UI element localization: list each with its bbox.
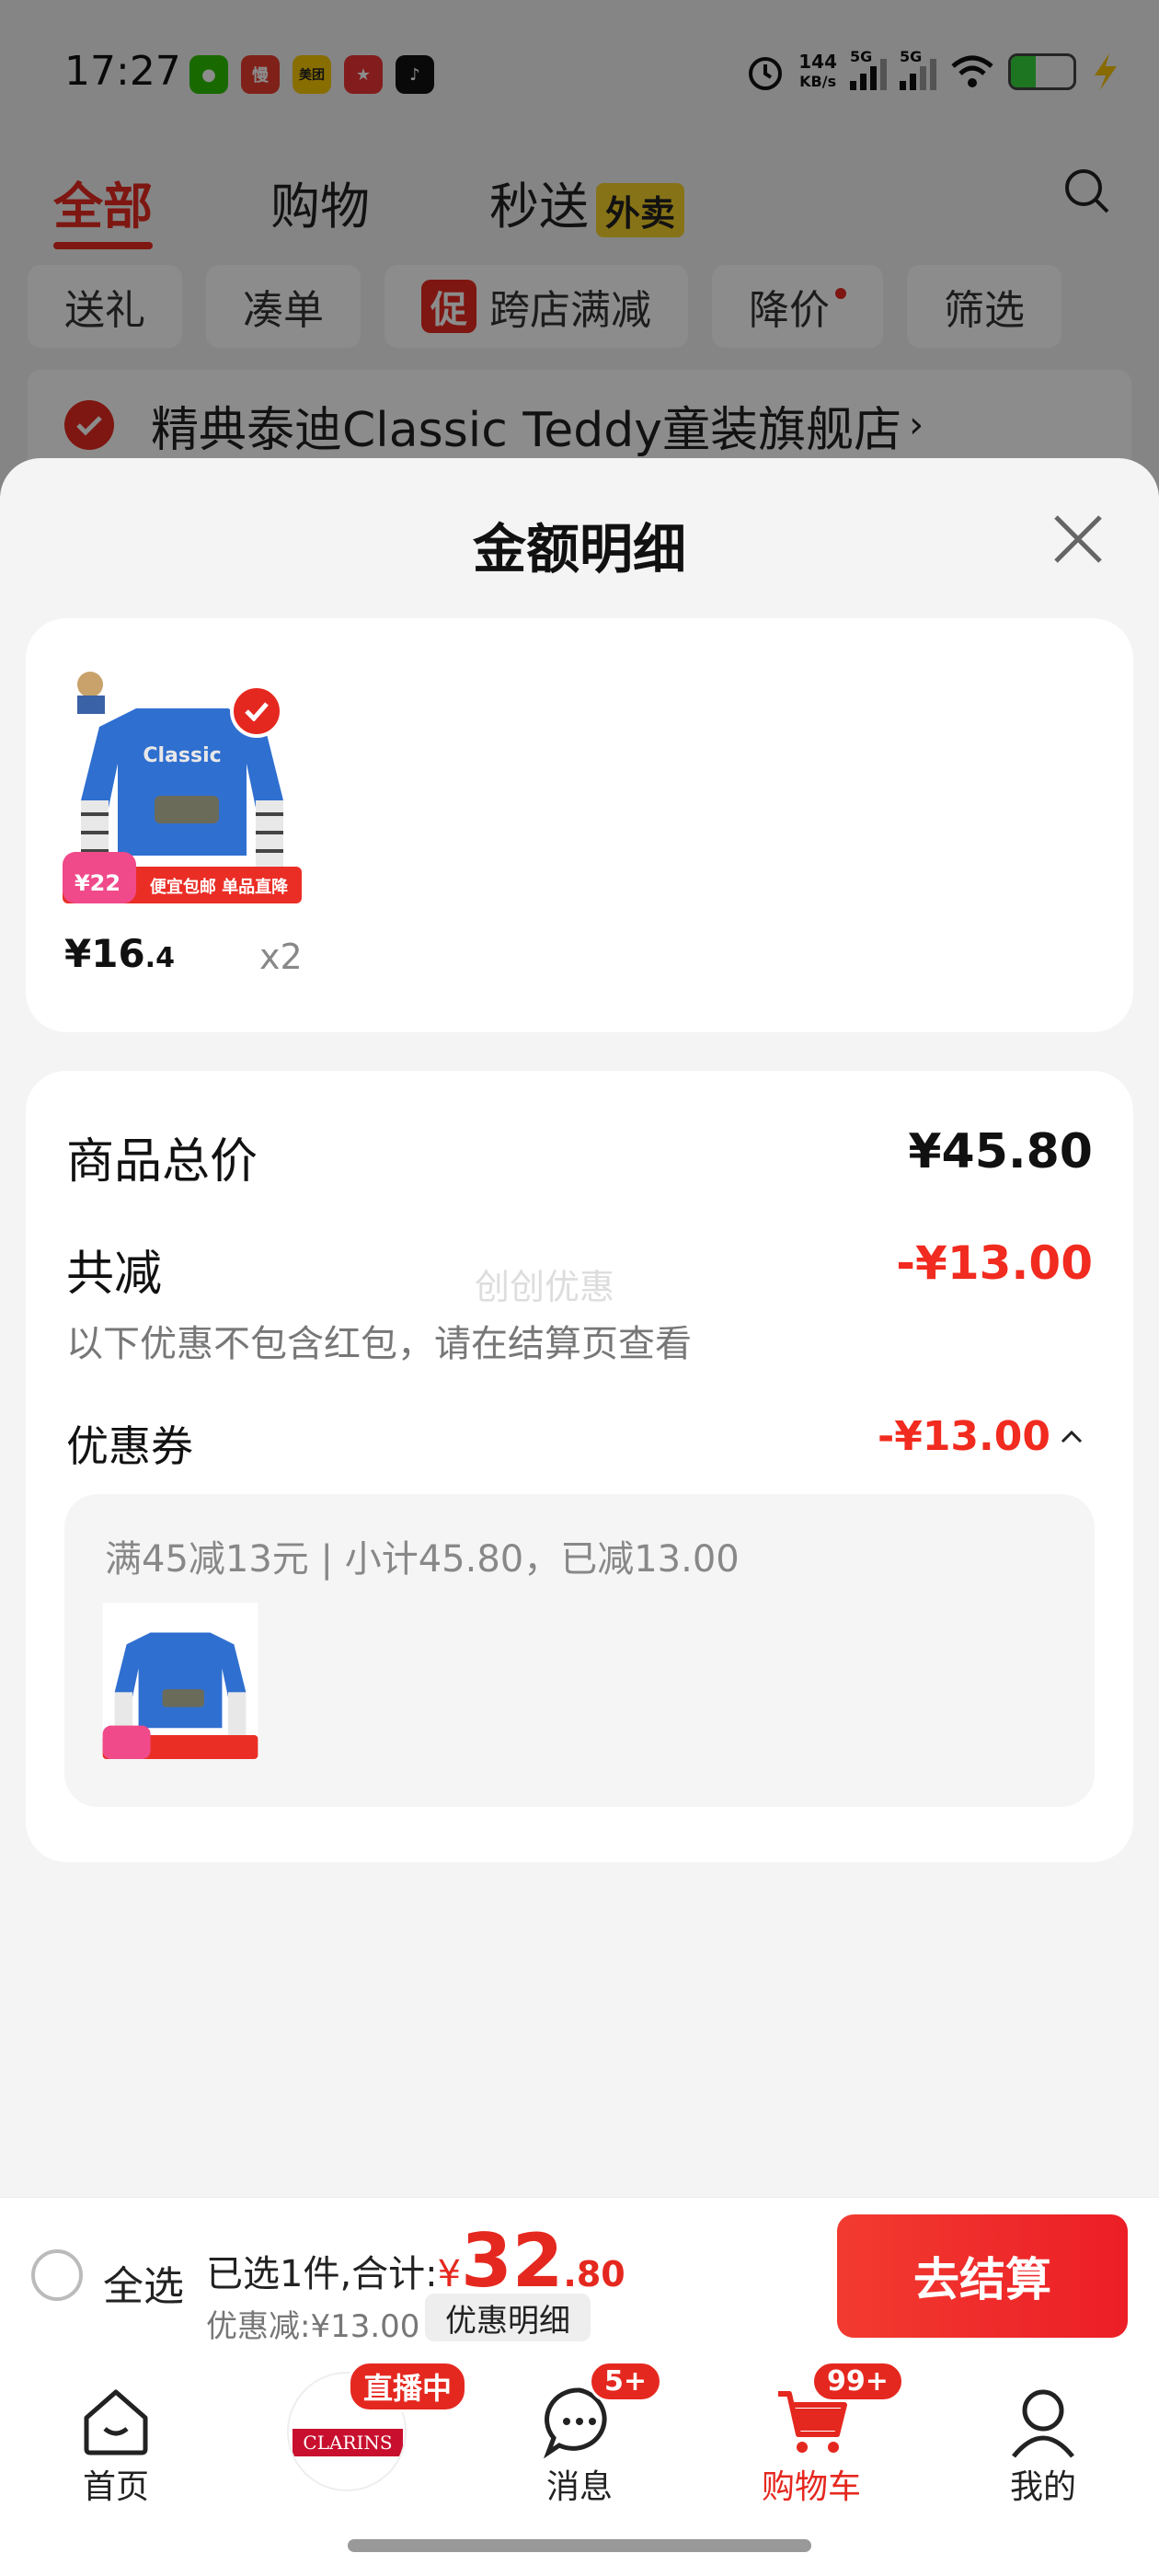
coupon-label: 优惠券 [66, 1421, 193, 1471]
sheet-title: 金额明细 [472, 518, 686, 581]
discount-value: -¥13.00 [896, 1236, 1093, 1290]
total-value: ¥45.80 [908, 1124, 1093, 1179]
clarins-logo: CLARINS [293, 2429, 403, 2456]
home-indicator[interactable] [348, 2539, 811, 2552]
product-price: ¥16.4 [64, 931, 175, 976]
product-card: Classic ¥22 便宜包邮 单品直降 ¥16.4 x2 [26, 618, 1133, 1032]
price-breakdown-card: 商品总价 ¥45.80 创创优惠 共减 -¥13.00 以下优惠不包含红包，请在… [26, 1071, 1133, 1862]
close-icon[interactable] [1050, 512, 1106, 567]
home-icon [84, 2389, 148, 2455]
promo-price: ¥22 [75, 870, 120, 896]
dim-overlay[interactable] [0, 0, 1159, 497]
saved-amount: 优惠减:¥13.00 [206, 2308, 420, 2345]
nav-mine[interactable]: 我的 [951, 2359, 1135, 2543]
selection-summary: 已选1件,合计:¥32.80 [206, 2218, 625, 2304]
promo-text: 便宜包邮 单品直降 [150, 877, 289, 897]
coupon-product-thumbnail [101, 1603, 259, 1759]
shirt-print: Classic [143, 744, 221, 767]
amount-detail-sheet: 金额明细 Classic ¥22 便宜包邮 单品直降 ¥16.4 x2 商品总价… [0, 458, 1159, 2197]
watermark: 创创优惠 [475, 1267, 615, 1307]
chevron-up-icon [1061, 1430, 1083, 1443]
coupon-detail-box: 满45减13元 | 小计45.80，已减13.00 [64, 1494, 1095, 1807]
product-selected-icon[interactable] [230, 684, 283, 738]
nav-home[interactable]: 首页 [24, 2359, 208, 2543]
user-icon [1012, 2389, 1074, 2458]
select-all-radio[interactable] [31, 2249, 83, 2301]
messages-badge: 5+ [589, 2361, 663, 2402]
discount-detail-button[interactable]: 优惠明细 [425, 2294, 591, 2341]
select-all-label[interactable]: 全选 [103, 2253, 184, 2312]
coupon-toggle[interactable]: -¥13.00 [878, 1413, 1084, 1460]
checkout-button[interactable]: 去结算 [837, 2214, 1128, 2338]
checkout-bar: 全选 已选1件,合计:¥32.80 优惠减:¥13.00 优惠明细 去结算 [0, 2197, 1159, 2359]
coupon-rule: 满45减13元 | 小计45.80，已减13.00 [105, 1538, 740, 1581]
discount-note: 以下优惠不包含红包，请在结算页查看 [66, 1323, 692, 1365]
total-label: 商品总价 [66, 1134, 258, 1190]
product-quantity: x2 [259, 937, 303, 977]
live-badge: 直播中 [348, 2361, 468, 2412]
cart-badge: 99+ [811, 2361, 904, 2402]
total-amount: 32 [461, 2218, 564, 2304]
discount-label: 共减 [66, 1247, 163, 1302]
